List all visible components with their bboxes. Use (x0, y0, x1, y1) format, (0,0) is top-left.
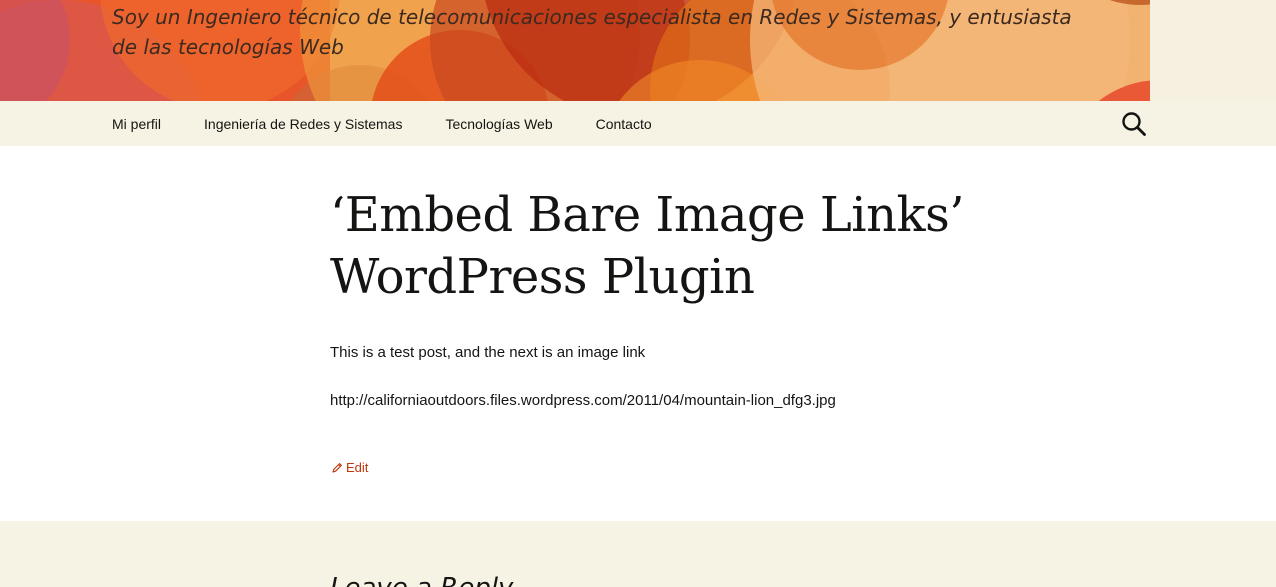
comments-area: Leave a Reply (0, 521, 1276, 587)
site-header: Soy un Ingeniero técnico de telecomunica… (0, 0, 1276, 101)
search-button[interactable] (1121, 111, 1147, 137)
site-tagline: Soy un Ingeniero técnico de telecomunica… (112, 5, 1072, 59)
pencil-icon (332, 463, 342, 473)
reply-heading: Leave a Reply (330, 573, 513, 587)
nav-menu: Mi perfil Ingeniería de Redes y Sistemas… (112, 101, 695, 146)
post-paragraph-1: This is a test post, and the next is an … (330, 344, 646, 361)
post-title-line-2[interactable]: WordPress Plugin (330, 246, 970, 308)
main-navigation: Mi perfil Ingeniería de Redes y Sistemas… (0, 101, 1276, 146)
post-paragraph-image-url: http://californiaoutdoors.files.wordpres… (330, 392, 836, 409)
nav-item-contacto[interactable]: Contacto (596, 116, 652, 132)
edit-label[interactable]: Edit (346, 460, 368, 475)
nav-item-tecnologias-web[interactable]: Tecnologías Web (445, 116, 552, 132)
search-icon (1122, 112, 1146, 136)
post-article: ‘Embed Bare Image Links’ WordPress Plugi… (0, 146, 1276, 521)
edit-link[interactable]: Edit (332, 460, 368, 475)
post-title[interactable]: ‘Embed Bare Image Links’ WordPress Plugi… (330, 184, 970, 308)
nav-item-mi-perfil[interactable]: Mi perfil (112, 116, 161, 132)
post-title-line-1[interactable]: ‘Embed Bare Image Links’ (330, 184, 970, 246)
nav-item-ingenieria-redes[interactable]: Ingeniería de Redes y Sistemas (204, 116, 402, 132)
